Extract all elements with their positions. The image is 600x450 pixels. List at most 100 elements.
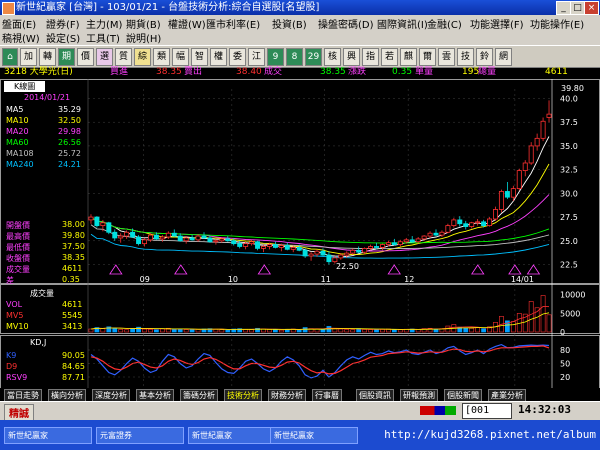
ma-legend-name: MA10 (6, 116, 29, 125)
toolbar-button[interactable]: 幅 (172, 48, 189, 66)
volume-bar (362, 329, 367, 333)
menu-item[interactable]: 工具(T) (86, 30, 120, 45)
ma-legend-value: 25.72 (58, 149, 81, 158)
toolbar-button[interactable]: 爾 (419, 48, 436, 66)
candle (171, 229, 177, 237)
toolbar-button[interactable]: 核 (324, 48, 341, 66)
menu-item[interactable]: 設定(S) (46, 30, 80, 45)
candle (106, 221, 112, 235)
toolbar-button[interactable]: 鈴 (476, 48, 493, 66)
menu-bar: 盤面(E) 證券(F) 主力(M) 期貨(B) 權證(W) 匯市利率(E) 投資(B) 操盤密… (0, 15, 600, 45)
volume-bar (106, 326, 112, 333)
toolbar-button[interactable]: 質 (115, 48, 132, 66)
candle (326, 251, 332, 265)
home-icon[interactable]: ⌂ (2, 48, 18, 66)
taskbar-button[interactable]: 新世紀贏家 (188, 427, 276, 444)
ma-legend-value: 24.21 (58, 160, 81, 169)
toolbar-button[interactable]: 類 (153, 48, 170, 66)
kd-legend-value: 84.65 (62, 362, 85, 371)
toolbar-button[interactable]: 9 (267, 48, 284, 66)
maximize-button[interactable]: □ (570, 1, 585, 15)
status-bar: 精誠 [001 14:32:03 (0, 401, 600, 421)
kd-panel-frame (0, 335, 600, 389)
kd-legend-name: RSV9 (6, 373, 28, 382)
ma-legend-value: 26.56 (58, 138, 81, 147)
toolbar-button[interactable]: 興 (343, 48, 360, 66)
bid-value: 38.35 (156, 67, 182, 77)
bid-label: 買進 (110, 67, 129, 77)
menu-item[interactable]: 匯市利率(E) (206, 16, 260, 31)
menu-item[interactable]: 主力(M) (86, 16, 122, 31)
y-tick-label: 25.0 (560, 237, 578, 246)
toolbar-button[interactable]: 轉 (39, 48, 56, 66)
menu-item[interactable]: 國際資訊(I) (377, 16, 428, 31)
toolbar-button[interactable]: 江 (248, 48, 265, 66)
menu-item[interactable]: 期貨(B) (126, 16, 161, 31)
technical-chart[interactable]: 40.0 37.5 35.0 32.5 30.0 27.5 25.0 22.5 09 10 11 12… (0, 79, 600, 389)
volume-bar (177, 329, 183, 333)
menu-item[interactable]: 功能選擇(F) (470, 16, 524, 31)
menu-item[interactable]: 投資(B) (272, 16, 307, 31)
volume-label: 單量 (415, 67, 434, 77)
quote-bar: 3218 大學光(日) 買進 38.35 賣出 38.40 成交 38.35 漲… (0, 66, 600, 79)
kd-legend-name: D9 (6, 362, 18, 371)
toolbar-button[interactable]: 29 (305, 48, 322, 66)
menu-item[interactable]: 操盤密碼(D) (318, 16, 374, 31)
total-value: 4611 (545, 67, 568, 77)
volume-bar (273, 329, 278, 333)
toolbar-button[interactable]: 價 (77, 48, 94, 66)
minimize-button[interactable]: _ (556, 1, 571, 15)
stock-symbol[interactable]: 3218 大學光(日) (4, 66, 73, 79)
menu-item[interactable]: 稿視(W) (2, 30, 40, 45)
candle (231, 237, 237, 246)
menu-item[interactable]: 盤面(E) (2, 16, 36, 31)
volume-bar (267, 329, 272, 333)
toolbar-button[interactable]: 麒 (400, 48, 417, 66)
toolbar-button[interactable]: 指 (362, 48, 379, 66)
volume-bar (225, 329, 231, 333)
taskbar-button[interactable]: 新世紀贏家 (270, 427, 358, 444)
toolbar-button[interactable]: 委 (229, 48, 246, 66)
ohlc-label: 成交量 (6, 265, 30, 274)
menu-item[interactable]: 金融(C) (427, 16, 462, 31)
menu-item[interactable]: 權證(W) (168, 16, 206, 31)
taskbar-button[interactable]: 新世紀贏家 (4, 427, 92, 444)
menu-item[interactable]: 證券(F) (46, 16, 80, 31)
signal-marker (387, 264, 401, 275)
toolbar-button[interactable]: 技 (457, 48, 474, 66)
toolbar-button[interactable]: 若 (381, 48, 398, 66)
toolbar-button[interactable]: 網 (495, 48, 512, 66)
menu-item[interactable]: 功能操作(E) (530, 16, 584, 31)
candle (379, 243, 385, 251)
toolbar-button[interactable]: 選 (96, 48, 113, 66)
volume-legend-name: MV5 (6, 311, 24, 320)
kd-y-tick: 50 (560, 360, 570, 369)
menu-item[interactable]: 說明(H) (126, 30, 161, 45)
toolbar-button[interactable]: 雲 (438, 48, 455, 66)
clock: 14:32:03 (518, 403, 571, 416)
toolbar-button[interactable]: 綜 (134, 48, 151, 66)
volume-bar (278, 329, 284, 333)
code-input[interactable]: [001 (462, 403, 512, 419)
ohlc-label: 差 (6, 276, 14, 285)
candle (356, 246, 362, 254)
close-button[interactable]: × (584, 1, 599, 15)
analysis-tabs: 當日走勢 橫向分析 深度分析 基本分析 籌碼分析 技術分析 財務分析 行事曆 個股資訊 研報預測個… (0, 388, 600, 402)
toolbar-button[interactable]: 期 (58, 48, 75, 66)
ma-legend-name: MA108 (6, 149, 34, 158)
taskbar-button[interactable]: 元富證券 (96, 427, 184, 444)
kline-date: 2014/01/21 (24, 93, 71, 102)
toolbar-button[interactable]: 加 (20, 48, 37, 66)
candle (469, 221, 475, 229)
ohlc-value: 38.00 (62, 220, 85, 229)
change-label: 漲跌 (348, 67, 367, 77)
candle (528, 142, 534, 165)
toolbar-button[interactable]: 權 (210, 48, 227, 66)
ma-line-5 (90, 136, 550, 257)
volume-bar (171, 328, 177, 333)
toolbar-button[interactable]: 智 (191, 48, 208, 66)
toolbar-button[interactable]: 8 (286, 48, 303, 66)
volume-bar (475, 327, 481, 333)
volume-bar (528, 301, 534, 333)
ask-value: 38.40 (236, 67, 262, 77)
